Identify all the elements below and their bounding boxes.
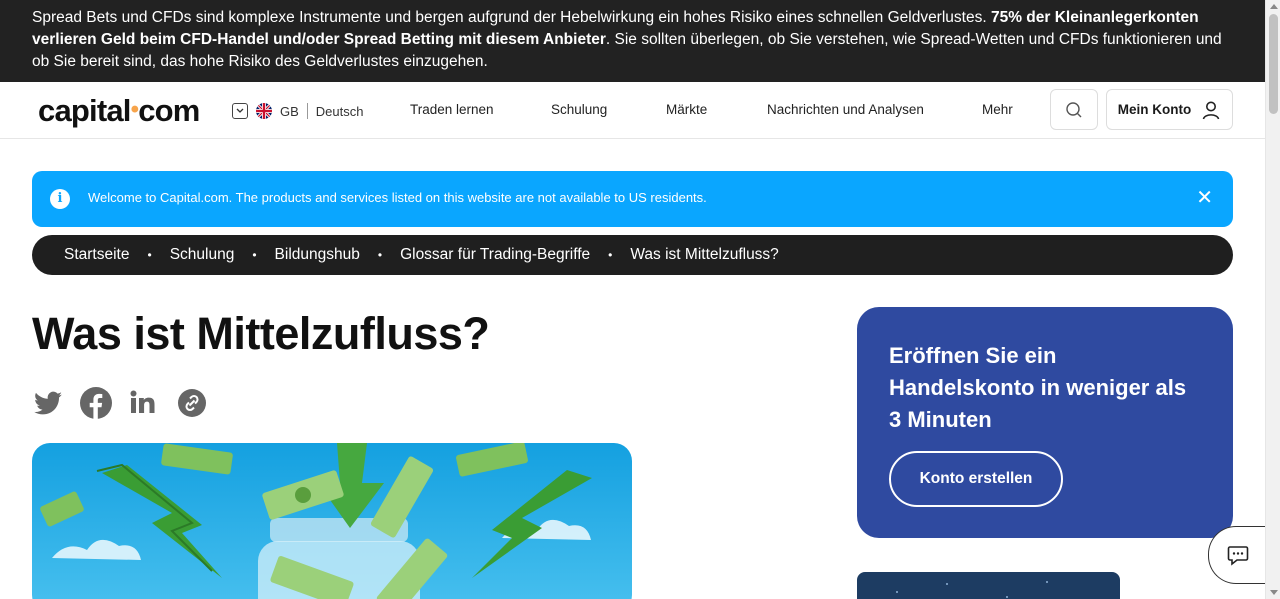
related-card-image[interactable] [857,572,1120,599]
nav-maerkte[interactable]: Märkte [666,102,707,117]
breadcrumb-separator: • [147,248,152,262]
copy-link-icon[interactable] [176,387,208,419]
search-button[interactable] [1050,89,1098,130]
user-icon [1202,101,1220,119]
logo-dot: • [130,96,139,123]
breadcrumb-separator: • [608,248,613,262]
logo-text-left: capital [38,93,131,128]
page-scrollbar[interactable] [1265,0,1280,599]
chat-widget-button[interactable] [1208,526,1265,584]
linkedin-icon[interactable] [128,387,160,419]
breadcrumb-item-schulung[interactable]: Schulung [170,246,235,264]
open-account-promo: Eröffnen Sie ein Handelskonto in weniger… [857,307,1233,538]
breadcrumb: Startseite • Schulung • Bildungshub • Gl… [32,235,1233,275]
us-residents-notice: i Welcome to Capital.com. The products a… [32,171,1233,227]
site-header: capital•com GB Deutsch Traden lernen Sch… [0,82,1265,139]
nav-schulung[interactable]: Schulung [551,102,607,117]
create-account-button[interactable]: Konto erstellen [889,451,1063,507]
logo-text-right: com [138,93,200,128]
breadcrumb-item-bildungshub[interactable]: Bildungshub [275,246,360,264]
nav-nachrichten-analysen[interactable]: Nachrichten und Analysen [767,102,924,117]
page-title: Was ist Mittelzufluss? [32,308,490,359]
uk-flag-icon [256,103,272,119]
info-icon: i [50,189,70,209]
breadcrumb-separator: • [252,248,257,262]
account-label: Mein Konto [1117,102,1192,117]
hero-illustration [32,443,632,599]
chat-bubble-icon [1227,546,1249,566]
scroll-down-arrow-icon[interactable] [1270,590,1278,595]
breadcrumb-item-current: Was ist Mittelzufluss? [630,246,779,263]
twitter-icon[interactable] [32,387,64,419]
my-account-button[interactable]: Mein Konto [1106,89,1233,130]
capital-logo[interactable]: capital•com [38,93,200,129]
divider [306,103,308,119]
search-icon [1066,101,1082,117]
nav-mehr[interactable]: Mehr [982,102,1013,117]
region-code: GB [280,103,299,119]
notice-message: Welcome to Capital.com. The products and… [88,190,707,205]
language-selector[interactable]: GB Deutsch [232,101,364,121]
breadcrumb-separator: • [377,248,383,262]
close-icon[interactable]: ✕ [1196,188,1213,208]
chevron-down-icon [232,103,248,119]
scrollbar-thumb[interactable] [1269,14,1278,114]
language-label: Deutsch [315,103,364,119]
scroll-up-arrow-icon[interactable] [1270,4,1278,9]
breadcrumb-item-startseite[interactable]: Startseite [64,246,129,264]
promo-heading: Eröffnen Sie ein Handelskonto in weniger… [889,343,1187,432]
risk-warning-banner: Spread Bets und CFDs sind komplexe Instr… [0,0,1265,82]
facebook-icon[interactable] [80,387,112,419]
nav-traden-lernen[interactable]: Traden lernen [410,102,494,117]
breadcrumb-item-glossar[interactable]: Glossar für Trading-Begriffe [400,246,590,264]
risk-text-intro: Spread Bets und CFDs sind komplexe Instr… [32,9,991,26]
